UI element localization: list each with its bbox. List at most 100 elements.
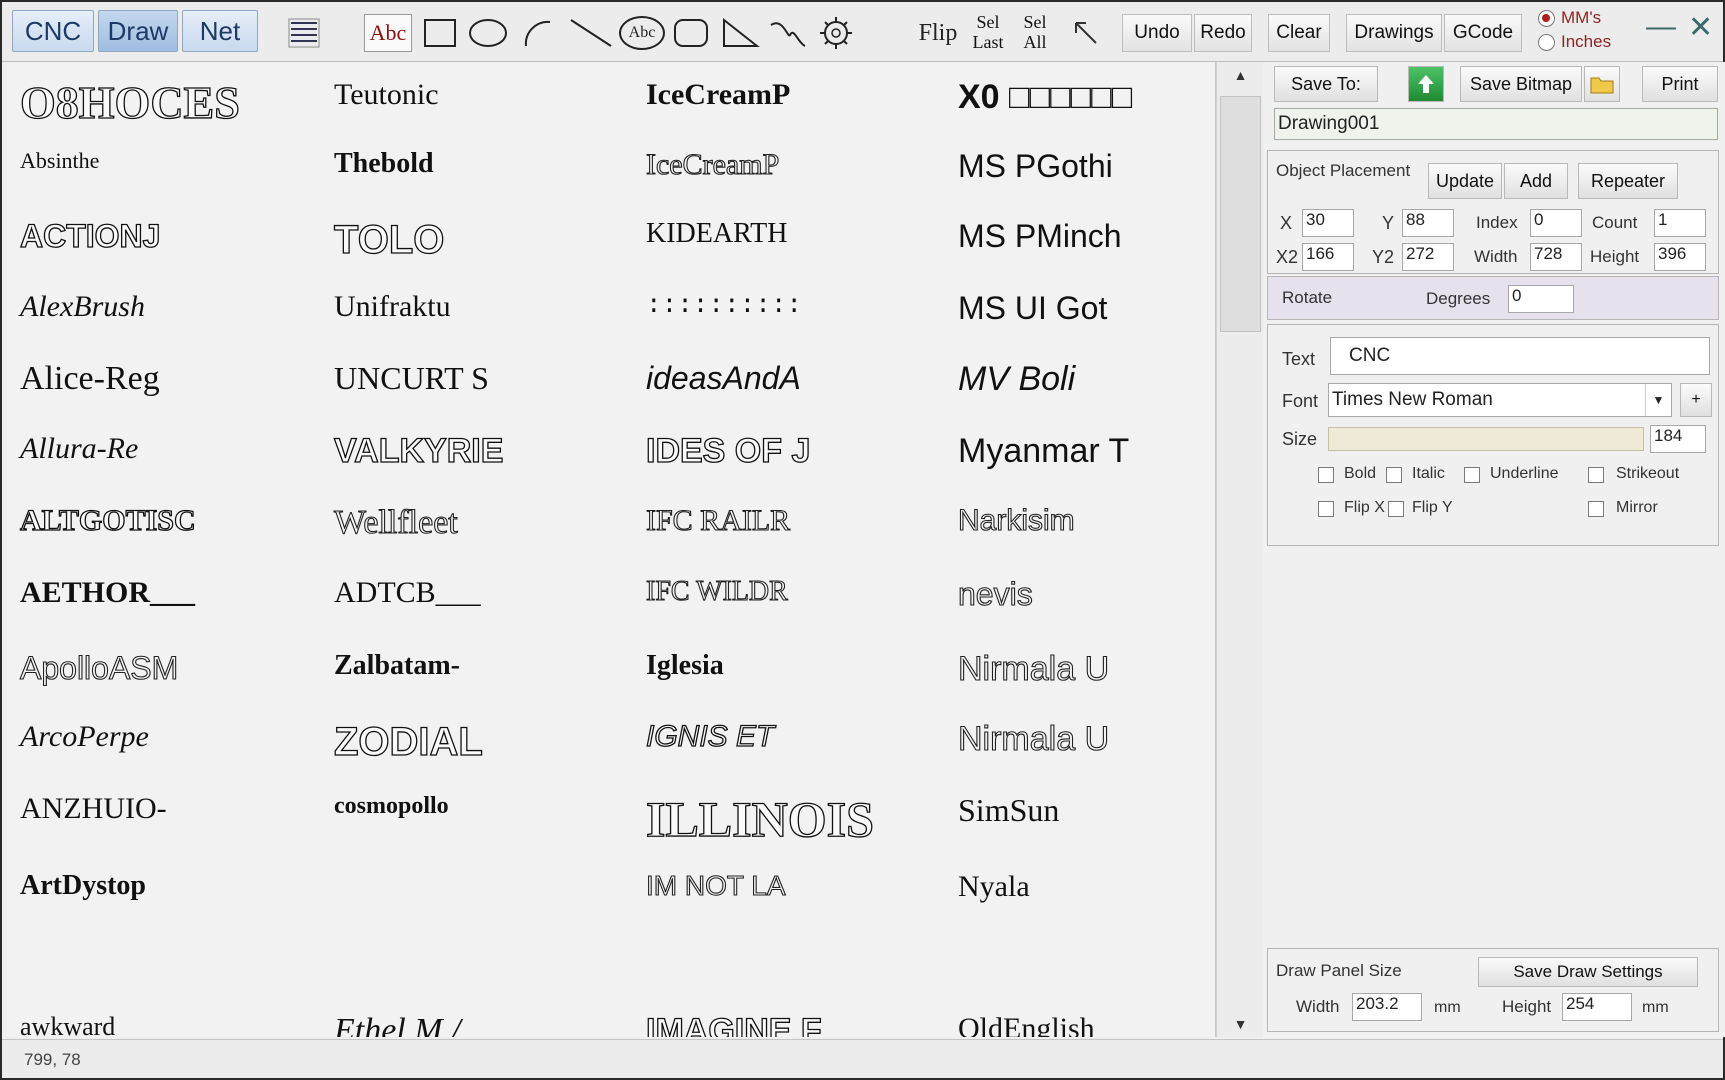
circle-text-tool[interactable]: Abc	[618, 14, 666, 52]
font-sample[interactable]: Iglesia	[646, 652, 724, 680]
flip-y-checkbox[interactable]	[1388, 501, 1404, 517]
rounded-rect-tool-icon[interactable]	[670, 14, 712, 52]
font-select[interactable]: Times New Roman ▼	[1328, 383, 1672, 417]
chevron-down-icon[interactable]: ▼	[1645, 384, 1671, 416]
font-sample[interactable]: Myanmar T	[958, 434, 1129, 468]
font-sample[interactable]: TOLO	[333, 219, 445, 260]
font-sample[interactable]: ANZHUIO-	[20, 794, 167, 824]
font-sample[interactable]: MS PMinch	[958, 220, 1122, 252]
line-tool-icon[interactable]	[566, 14, 616, 52]
scroll-down-icon[interactable]: ▼	[1217, 1011, 1264, 1037]
italic-checkbox[interactable]	[1386, 467, 1402, 483]
font-sample[interactable]: Ethel M /	[334, 1014, 461, 1038]
font-sample[interactable]: IDES OF J	[645, 433, 811, 468]
font-sample[interactable]: Wellfleet	[333, 505, 458, 540]
strikeout-checkbox[interactable]	[1588, 467, 1604, 483]
height-input[interactable]: 396	[1654, 243, 1706, 271]
dp-width-input[interactable]: 203.2	[1352, 993, 1422, 1021]
count-input[interactable]: 1	[1654, 209, 1706, 237]
gcode-button[interactable]: GCode	[1444, 14, 1522, 52]
font-sample[interactable]: Narkisim	[957, 505, 1075, 536]
drawing-name-input[interactable]: Drawing001	[1274, 108, 1718, 140]
font-sample[interactable]: MV Boli	[958, 362, 1075, 396]
font-sample[interactable]: ideasAndA	[646, 362, 801, 394]
upload-arrow-icon[interactable]	[1408, 66, 1444, 102]
ellipse-tool-icon[interactable]	[466, 14, 510, 52]
undo-button[interactable]: Undo	[1122, 14, 1192, 52]
folder-icon[interactable]	[1584, 66, 1620, 102]
font-sample[interactable]: cosmopollo	[334, 794, 449, 818]
flip-x-checkbox[interactable]	[1318, 501, 1334, 517]
font-sample[interactable]: ArcoPerpe	[20, 722, 149, 752]
text-input[interactable]: CNC	[1330, 337, 1710, 375]
close-icon[interactable]: ✕	[1688, 10, 1713, 45]
font-sample[interactable]: Thebold	[334, 150, 434, 178]
vertical-scrollbar[interactable]: ▲ ▼	[1216, 62, 1263, 1037]
font-sample[interactable]: X0 □□□□□□	[958, 80, 1132, 114]
font-sample[interactable]: IFC WILDR	[645, 577, 788, 606]
index-input[interactable]: 0	[1530, 209, 1582, 237]
font-sample[interactable]: awkward	[20, 1014, 115, 1038]
print-button[interactable]: Print	[1642, 66, 1718, 102]
save-bitmap-button[interactable]: Save Bitmap	[1460, 66, 1582, 102]
font-sample[interactable]: Teutonic	[334, 80, 439, 110]
font-sample[interactable]: IMAGINE F	[645, 1013, 822, 1037]
dp-height-input[interactable]: 254	[1562, 993, 1632, 1021]
update-button[interactable]: Update	[1428, 163, 1502, 199]
inches-radio-icon[interactable]	[1538, 33, 1555, 51]
font-sample[interactable]: KIDEARTH	[646, 220, 787, 248]
font-sample[interactable]: Nirmala U	[957, 721, 1109, 756]
font-sample[interactable]: O8HOCES	[19, 79, 240, 126]
triangle-tool-icon[interactable]	[718, 14, 762, 52]
mms-radio-icon[interactable]	[1538, 9, 1555, 27]
font-sample[interactable]: Unifraktu	[334, 292, 451, 322]
font-sample[interactable]: Absinthe	[20, 150, 99, 172]
font-preview-canvas[interactable]: O8HOCES Teutonic IceCreamP X0 □□□□□□ Absinth…	[8, 62, 1216, 1037]
flip-button[interactable]: Flip	[914, 14, 962, 52]
font-sample[interactable]: IFC RAILR	[645, 505, 790, 536]
curve-tool-icon[interactable]	[766, 14, 810, 52]
font-sample[interactable]: ILLINOIS	[645, 793, 874, 844]
mirror-checkbox[interactable]	[1588, 501, 1604, 517]
font-sample[interactable]: MS UI Got	[958, 292, 1107, 324]
font-sample[interactable]: nevis	[957, 577, 1033, 610]
font-sample[interactable]: ZODIAL	[333, 721, 483, 762]
size-slider[interactable]	[1328, 427, 1644, 451]
repeater-button[interactable]: Repeater	[1578, 163, 1678, 199]
font-sample[interactable]: Nyala	[958, 872, 1030, 902]
underline-checkbox[interactable]	[1464, 467, 1480, 483]
add-button[interactable]: Add	[1504, 163, 1568, 199]
font-sample[interactable]: Alice-Reg	[20, 362, 160, 396]
bold-checkbox[interactable]	[1318, 467, 1334, 483]
arc-tool-icon[interactable]	[516, 14, 560, 52]
font-sample[interactable]: AETHOR___	[20, 578, 195, 608]
rectangle-tool-icon[interactable]	[420, 14, 460, 52]
scroll-up-icon[interactable]: ▲	[1217, 62, 1264, 88]
tab-draw[interactable]: Draw	[98, 10, 178, 52]
font-sample[interactable]: SimSun	[958, 794, 1059, 826]
tab-cnc[interactable]: CNC	[12, 10, 94, 52]
font-sample[interactable]: IceCreamP	[646, 80, 790, 110]
width-input[interactable]: 728	[1530, 243, 1582, 271]
font-sample[interactable]: IceCreamP	[645, 149, 779, 180]
font-sample[interactable]: IM NOT LA	[645, 871, 786, 900]
clear-button[interactable]: Clear	[1268, 14, 1330, 52]
y2-input[interactable]: 272	[1402, 243, 1454, 271]
font-sample[interactable]: ArtDystop	[20, 872, 146, 900]
unit-inches-option[interactable]: Inches	[1538, 32, 1611, 52]
font-add-button[interactable]: +	[1680, 383, 1712, 417]
degrees-input[interactable]: 0	[1508, 285, 1574, 313]
font-sample[interactable]: ::::::::::	[646, 292, 802, 318]
select-last-button[interactable]: Sel Last	[966, 12, 1010, 52]
font-sample[interactable]: MS PGothi	[958, 150, 1113, 182]
select-all-button[interactable]: Sel All	[1014, 12, 1056, 52]
font-sample[interactable]: ACTIONJ	[19, 219, 161, 252]
font-sample[interactable]: Zalbatam-	[334, 652, 460, 680]
save-to-button[interactable]: Save To:	[1274, 66, 1378, 102]
font-sample[interactable]: OldEnglish	[958, 1014, 1095, 1038]
font-sample[interactable]: Allura-Re	[20, 434, 138, 464]
text-tool[interactable]: Abc	[364, 14, 412, 52]
redo-button[interactable]: Redo	[1194, 14, 1252, 52]
font-sample[interactable]: Nirmala U	[957, 651, 1109, 686]
gear-tool-icon[interactable]	[814, 14, 858, 52]
